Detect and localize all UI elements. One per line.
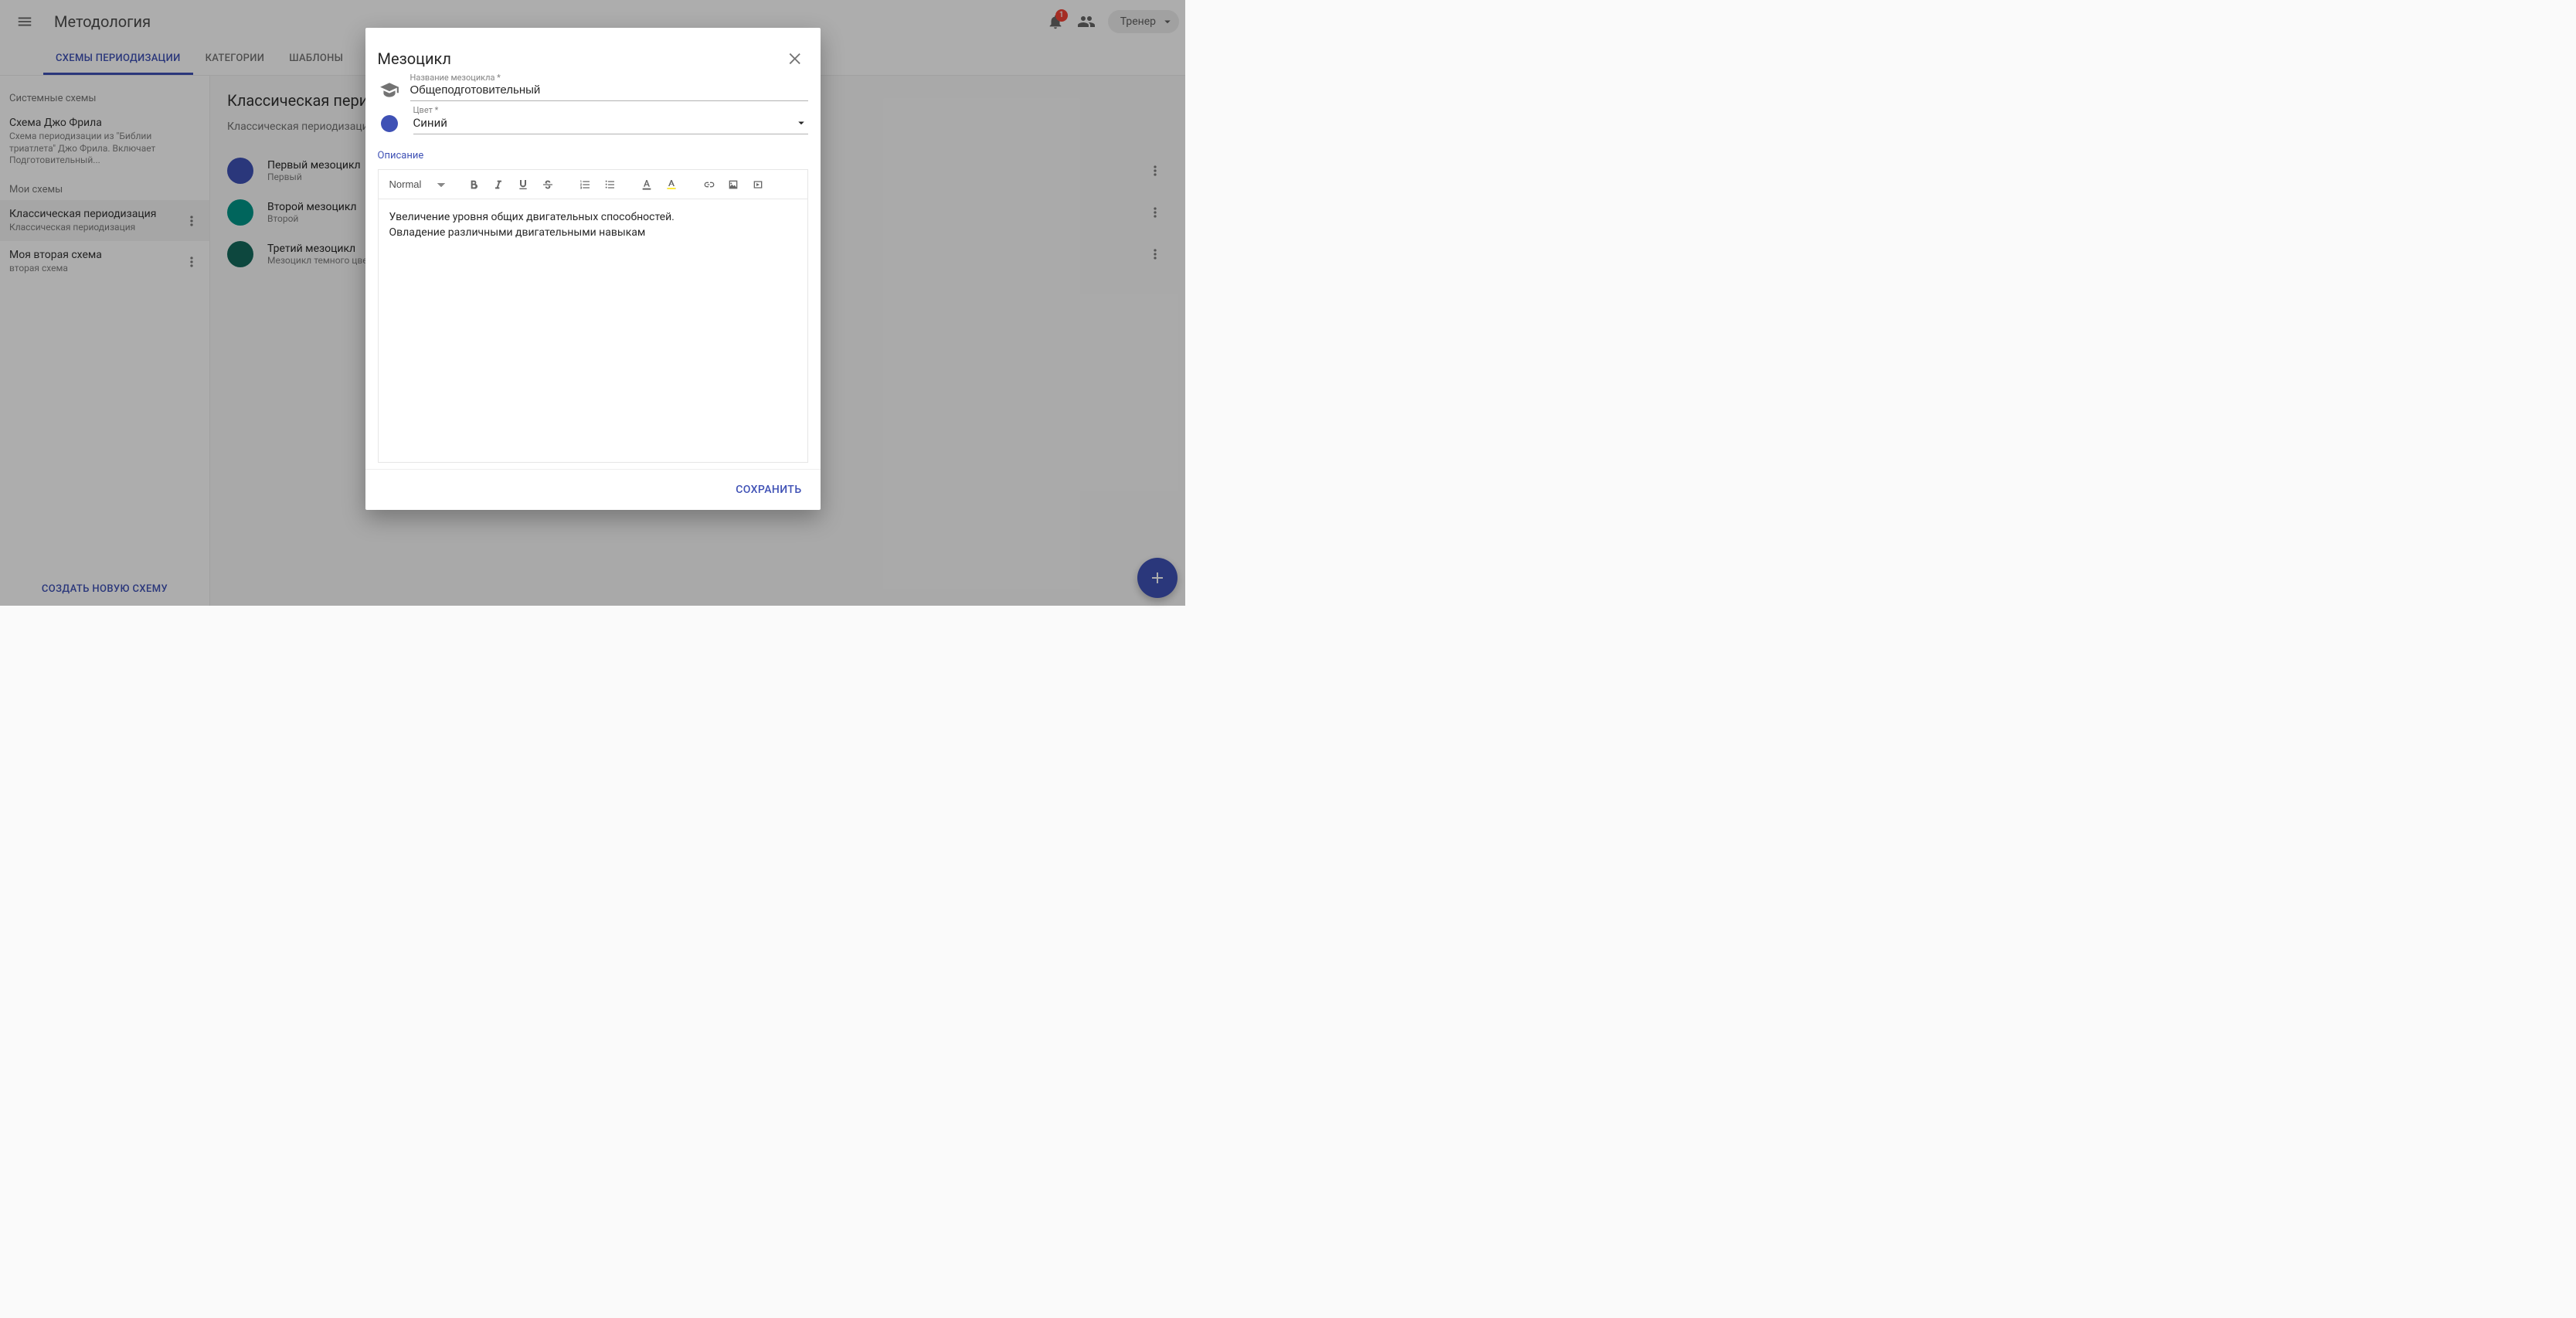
name-input[interactable] [410,80,808,101]
ordered-list-button[interactable] [575,175,595,195]
bold-button[interactable] [464,175,484,195]
strike-button[interactable] [538,175,558,195]
description-label: Описание [378,145,808,169]
video-button[interactable] [748,175,768,195]
color-field-label: Цвет * [413,105,439,115]
dropdown-icon [794,116,808,130]
link-icon [702,178,715,191]
list-ordered-icon [579,178,591,191]
editor-line: Увеличение уровня общих двигательных спо… [389,210,797,226]
color-value: Синий [413,116,447,130]
italic-icon [492,178,505,191]
image-button[interactable] [723,175,743,195]
strikethrough-icon [542,178,554,191]
close-icon [787,50,804,67]
highlight-button[interactable] [661,175,681,195]
editor-line: Овладение различными двигательными навык… [389,226,797,241]
list-bullet-icon [603,178,616,191]
highlight-icon [665,178,678,191]
underline-icon [517,178,529,191]
video-icon [752,178,764,191]
color-preview-swatch [381,115,398,132]
save-button[interactable]: СОХРАНИТЬ [728,477,809,502]
bold-icon [467,178,480,191]
graduation-cap-icon [378,79,401,102]
underline-button[interactable] [513,175,533,195]
color-select[interactable]: Синий [413,113,808,134]
format-select[interactable]: Normal [385,175,447,193]
close-button[interactable] [782,45,810,73]
modal-overlay[interactable]: Мезоцикл Название мезоцикла * Цвет * [0,0,1185,606]
name-field-label: Название мезоцикла * [410,73,501,83]
text-color-button[interactable] [637,175,657,195]
italic-button[interactable] [488,175,508,195]
dialog-title: Мезоцикл [378,49,782,68]
mesocycle-dialog: Мезоцикл Название мезоцикла * Цвет * [365,28,821,510]
text-color-icon [641,178,653,191]
link-button[interactable] [698,175,719,195]
unordered-list-button[interactable] [600,175,620,195]
image-icon [727,178,739,191]
editor-body[interactable]: Увеличение уровня общих двигательных спо… [379,199,807,462]
editor-toolbar: Normal [379,170,807,199]
rich-editor: Normal [378,169,808,463]
